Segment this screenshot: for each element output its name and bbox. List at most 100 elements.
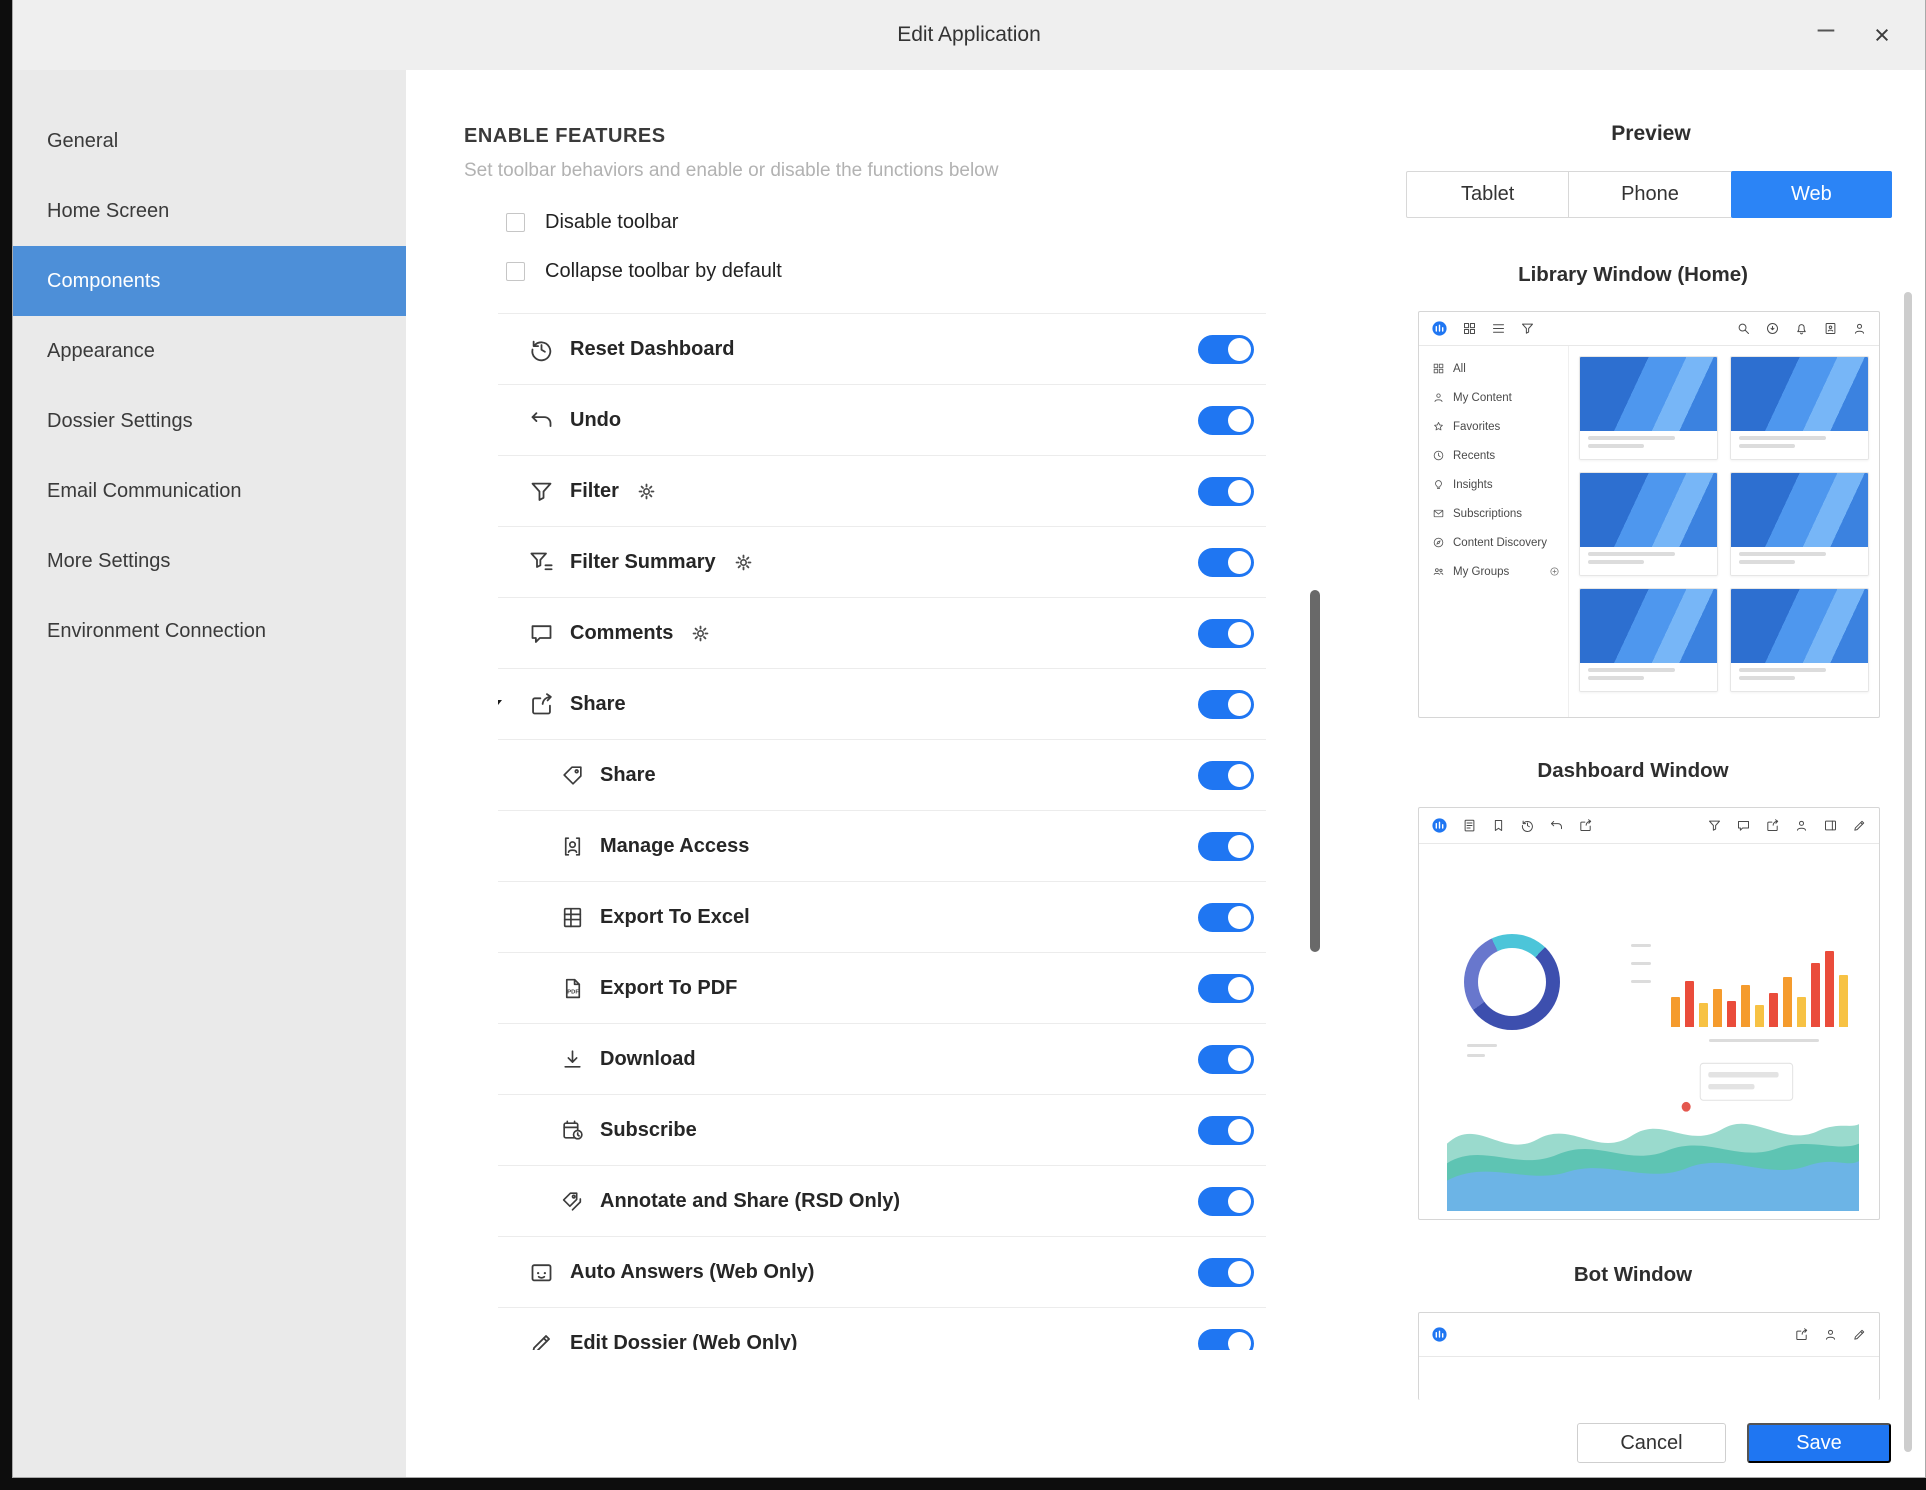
export-excel-toggle[interactable] bbox=[1198, 903, 1254, 932]
feature-label: Export To PDF bbox=[600, 977, 737, 1000]
checkbox-label: Collapse toolbar by default bbox=[545, 260, 782, 283]
auto-answers-toggle[interactable] bbox=[1198, 1258, 1254, 1287]
reset-dashboard-icon bbox=[528, 336, 555, 363]
dialog-scrollbar[interactable] bbox=[1904, 292, 1912, 1452]
window-controls: – × bbox=[1805, 0, 1903, 70]
download-toggle[interactable] bbox=[1198, 1045, 1254, 1074]
reset-dashboard-toggle[interactable] bbox=[1198, 335, 1254, 364]
library-nav-insights: Insights bbox=[1432, 470, 1560, 499]
export-pdf-toggle[interactable] bbox=[1198, 974, 1254, 1003]
tab-web[interactable]: Web bbox=[1731, 171, 1892, 218]
dialog-body: General Home Screen Components Appearanc… bbox=[13, 70, 1925, 1477]
feature-label: Download bbox=[600, 1048, 696, 1071]
annotate-share-toggle[interactable] bbox=[1198, 1187, 1254, 1216]
sidebar-item-appearance[interactable]: Appearance bbox=[13, 316, 406, 386]
feature-row-edit-dossier: Edit Dossier (Web Only) bbox=[498, 1308, 1266, 1350]
feature-row-subscribe: Subscribe bbox=[498, 1095, 1266, 1166]
disable-toolbar-checkbox[interactable] bbox=[506, 213, 525, 232]
axis-dash bbox=[1467, 1054, 1485, 1057]
feature-row-filter-summary: Filter Summary bbox=[498, 527, 1266, 598]
feature-list: Reset Dashboard Undo Filter Filter S bbox=[498, 313, 1266, 1350]
caret-down-icon[interactable] bbox=[498, 700, 502, 710]
feature-label: Export To Excel bbox=[600, 906, 750, 929]
share-icon bbox=[1578, 818, 1593, 833]
sidebar-item-home-screen[interactable]: Home Screen bbox=[13, 176, 406, 246]
library-nav-my-content: My Content bbox=[1432, 383, 1560, 412]
page-subtitle: Set toolbar behaviors and enable or disa… bbox=[464, 160, 998, 182]
sidebar-item-more-settings[interactable]: More Settings bbox=[13, 526, 406, 596]
comments-icon bbox=[528, 620, 555, 647]
feature-label: Filter Summary bbox=[570, 551, 716, 574]
share-icon bbox=[528, 691, 555, 718]
feature-label: Comments bbox=[570, 622, 673, 645]
grid-icon bbox=[1432, 362, 1445, 375]
auto-answers-icon bbox=[528, 1259, 555, 1286]
cancel-button[interactable]: Cancel bbox=[1577, 1423, 1726, 1463]
tab-tablet[interactable]: Tablet bbox=[1407, 172, 1569, 217]
feature-row-undo: Undo bbox=[498, 385, 1266, 456]
manage-access-icon bbox=[560, 834, 585, 859]
document-icon bbox=[1462, 818, 1477, 833]
filter-summary-settings-gear-icon[interactable] bbox=[734, 553, 753, 572]
edit-dossier-icon bbox=[528, 1330, 555, 1351]
feature-label: Manage Access bbox=[600, 835, 749, 858]
feature-label: Filter bbox=[570, 480, 619, 503]
account-icon bbox=[1852, 321, 1867, 336]
sidebar-item-environment-connection[interactable]: Environment Connection bbox=[13, 596, 406, 666]
feature-label: Share bbox=[600, 764, 656, 787]
share-group-toggle[interactable] bbox=[1198, 690, 1254, 719]
library-sidebar: All My Content Favorites Recents Insight… bbox=[1419, 346, 1569, 717]
dossier-card bbox=[1579, 472, 1718, 576]
edit-dossier-toggle[interactable] bbox=[1198, 1329, 1254, 1350]
subscribe-toggle[interactable] bbox=[1198, 1116, 1254, 1145]
undo-icon bbox=[528, 407, 555, 434]
disable-toolbar-option: Disable toolbar bbox=[506, 211, 678, 233]
filter-toggle[interactable] bbox=[1198, 477, 1254, 506]
filter-icon bbox=[1707, 818, 1722, 833]
filter-summary-toggle[interactable] bbox=[1198, 548, 1254, 577]
bot-toolbar bbox=[1419, 1313, 1879, 1357]
sidebar-item-dossier-settings[interactable]: Dossier Settings bbox=[13, 386, 406, 456]
sidebar-item-general[interactable]: General bbox=[13, 106, 406, 176]
sidebar-item-email-communication[interactable]: Email Communication bbox=[13, 456, 406, 526]
feature-list-scrollbar[interactable] bbox=[1310, 590, 1320, 952]
share-box-icon bbox=[1765, 818, 1780, 833]
feature-row-share: Share bbox=[498, 740, 1266, 811]
user-icon bbox=[1432, 391, 1445, 404]
feature-label: Undo bbox=[570, 409, 621, 432]
dossier-card bbox=[1730, 356, 1869, 460]
grid-view-icon bbox=[1462, 321, 1477, 336]
account-icon bbox=[1823, 1327, 1838, 1342]
compass-icon bbox=[1432, 536, 1445, 549]
minimize-icon[interactable]: – bbox=[1805, 0, 1847, 70]
library-window-preview: All My Content Favorites Recents Insight… bbox=[1418, 311, 1880, 718]
undo-toggle[interactable] bbox=[1198, 406, 1254, 435]
reset-icon bbox=[1520, 818, 1535, 833]
feature-row-auto-answers: Auto Answers (Web Only) bbox=[498, 1237, 1266, 1308]
dossier-card bbox=[1730, 588, 1869, 692]
dashboard-window-preview bbox=[1418, 807, 1880, 1220]
list-view-icon bbox=[1491, 321, 1506, 336]
preview-title: Preview bbox=[1377, 122, 1925, 146]
preview-panel: Preview Tablet Phone Web Library Window … bbox=[1377, 70, 1925, 1477]
edit-pencil-icon bbox=[1852, 1327, 1867, 1342]
manage-access-toggle[interactable] bbox=[1198, 832, 1254, 861]
collapse-toolbar-checkbox[interactable] bbox=[506, 262, 525, 281]
bot-window-preview bbox=[1418, 1312, 1880, 1400]
download-icon bbox=[560, 1047, 585, 1072]
close-icon[interactable]: × bbox=[1861, 0, 1903, 70]
feature-label: Share bbox=[570, 693, 626, 716]
comments-toggle[interactable] bbox=[1198, 619, 1254, 648]
edit-application-dialog: Edit Application – × General Home Screen… bbox=[12, 0, 1926, 1478]
library-nav-content-discovery: Content Discovery bbox=[1432, 528, 1560, 557]
comment-icon bbox=[1736, 818, 1751, 833]
library-window-title: Library Window (Home) bbox=[1377, 263, 1889, 287]
tab-phone[interactable]: Phone bbox=[1569, 172, 1731, 217]
plus-circle-icon bbox=[1549, 566, 1560, 577]
sidebar-item-components[interactable]: Components bbox=[13, 246, 406, 316]
collapse-toolbar-option: Collapse toolbar by default bbox=[506, 260, 782, 282]
filter-settings-gear-icon[interactable] bbox=[637, 482, 656, 501]
comments-settings-gear-icon[interactable] bbox=[691, 624, 710, 643]
share-toggle[interactable] bbox=[1198, 761, 1254, 790]
save-button[interactable]: Save bbox=[1747, 1423, 1891, 1463]
